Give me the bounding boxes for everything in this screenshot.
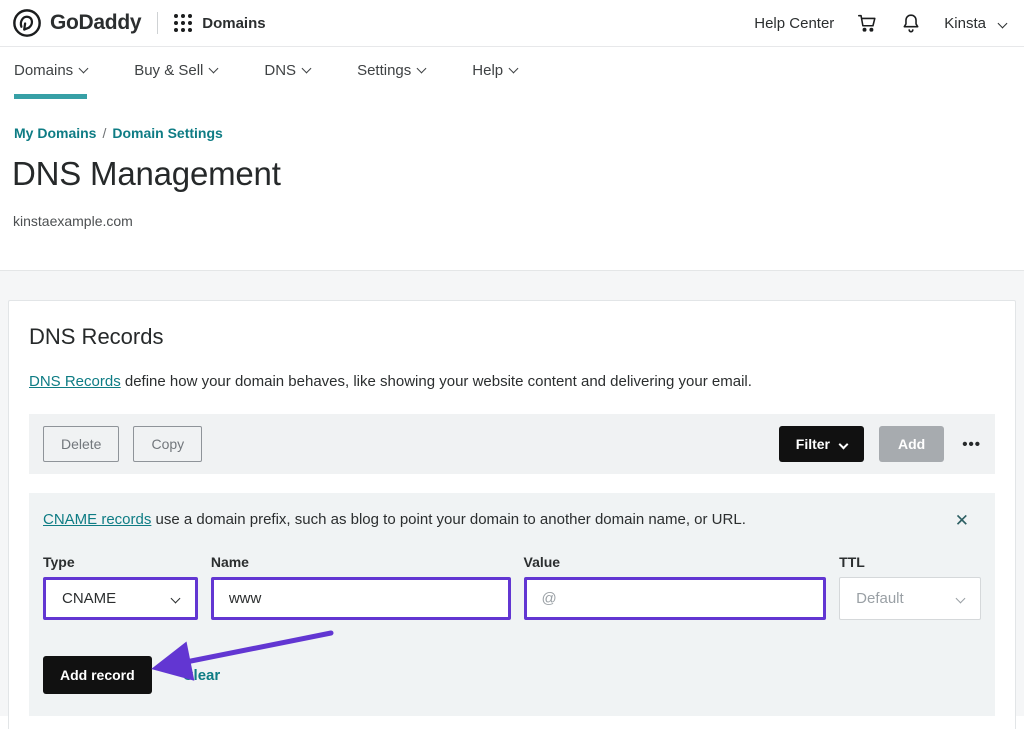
value-input[interactable]: [527, 580, 824, 617]
header-divider: [157, 12, 158, 34]
records-toolbar: Delete Copy Filter Add •••: [29, 414, 995, 474]
clear-link[interactable]: Clear: [183, 667, 221, 684]
page-body: DNS Records DNS Records define how your …: [0, 270, 1024, 716]
chevron-down-icon: [956, 594, 966, 604]
dns-records-card: DNS Records DNS Records define how your …: [8, 300, 1016, 729]
ttl-label: TTL: [839, 554, 981, 570]
godaddy-logo: [12, 8, 42, 38]
close-icon[interactable]: ✕: [955, 512, 969, 529]
breadcrumb-separator: /: [102, 125, 106, 141]
brand-name: GoDaddy: [50, 11, 141, 35]
app-label-domains[interactable]: Domains: [202, 15, 265, 32]
primary-nav: Domains Buy & Sell DNS Settings Help: [0, 47, 1024, 99]
chevron-down-icon: [839, 439, 849, 449]
breadcrumb-domain-settings[interactable]: Domain Settings: [112, 125, 222, 141]
type-label: Type: [43, 554, 198, 570]
chevron-down-icon: [417, 64, 427, 74]
chevron-down-icon: [170, 594, 180, 604]
user-account-menu[interactable]: Kinsta: [944, 15, 1006, 32]
user-name: Kinsta: [944, 15, 986, 32]
banner-text: CNAME records use a domain prefix, such …: [43, 511, 955, 528]
record-form: Type CNAME Name Value: [43, 554, 981, 620]
nav-tab-domains[interactable]: Domains: [14, 62, 87, 99]
help-center-link[interactable]: Help Center: [754, 15, 834, 32]
cart-icon[interactable]: [856, 12, 878, 34]
card-title: DNS Records: [29, 324, 995, 350]
godaddy-brand[interactable]: GoDaddy: [12, 8, 141, 38]
notifications-bell-icon[interactable]: [900, 12, 922, 34]
chevron-down-icon: [302, 64, 312, 74]
name-label: Name: [211, 554, 511, 570]
nav-tab-help[interactable]: Help: [472, 62, 517, 99]
chevron-down-icon: [79, 64, 89, 74]
value-label: Value: [524, 554, 827, 570]
add-record-button[interactable]: Add record: [43, 656, 152, 694]
copy-button[interactable]: Copy: [133, 426, 202, 462]
breadcrumb-my-domains[interactable]: My Domains: [14, 125, 96, 141]
top-header: GoDaddy Domains Help Center Kinsta: [0, 0, 1024, 47]
dns-records-link[interactable]: DNS Records: [29, 373, 121, 390]
name-input[interactable]: [214, 580, 508, 617]
page-title: DNS Management: [12, 155, 1024, 193]
form-actions: Add record Clear: [43, 656, 981, 694]
nav-tab-settings[interactable]: Settings: [357, 62, 425, 99]
filter-button[interactable]: Filter: [779, 426, 864, 462]
add-record-panel: CNAME records use a domain prefix, such …: [29, 493, 995, 716]
domain-name: kinstaexample.com: [13, 213, 1024, 229]
name-field-wrap: [211, 577, 511, 620]
nav-tab-dns[interactable]: DNS: [264, 62, 310, 99]
app-grid-icon[interactable]: [174, 14, 192, 32]
card-description: DNS Records define how your domain behav…: [29, 373, 995, 390]
delete-button[interactable]: Delete: [43, 426, 119, 462]
chevron-down-icon: [209, 64, 219, 74]
ttl-select[interactable]: Default: [839, 577, 981, 620]
add-button[interactable]: Add: [879, 426, 944, 462]
more-options-button[interactable]: •••: [962, 436, 981, 453]
chevron-down-icon: [998, 18, 1008, 28]
cname-info-banner: CNAME records use a domain prefix, such …: [43, 511, 981, 529]
value-field-wrap: [524, 577, 827, 620]
chevron-down-icon: [509, 64, 519, 74]
breadcrumb: My Domains / Domain Settings: [14, 125, 1024, 141]
nav-tab-buy-sell[interactable]: Buy & Sell: [134, 62, 217, 99]
cname-records-link[interactable]: CNAME records: [43, 511, 151, 528]
type-select[interactable]: CNAME: [43, 577, 198, 620]
